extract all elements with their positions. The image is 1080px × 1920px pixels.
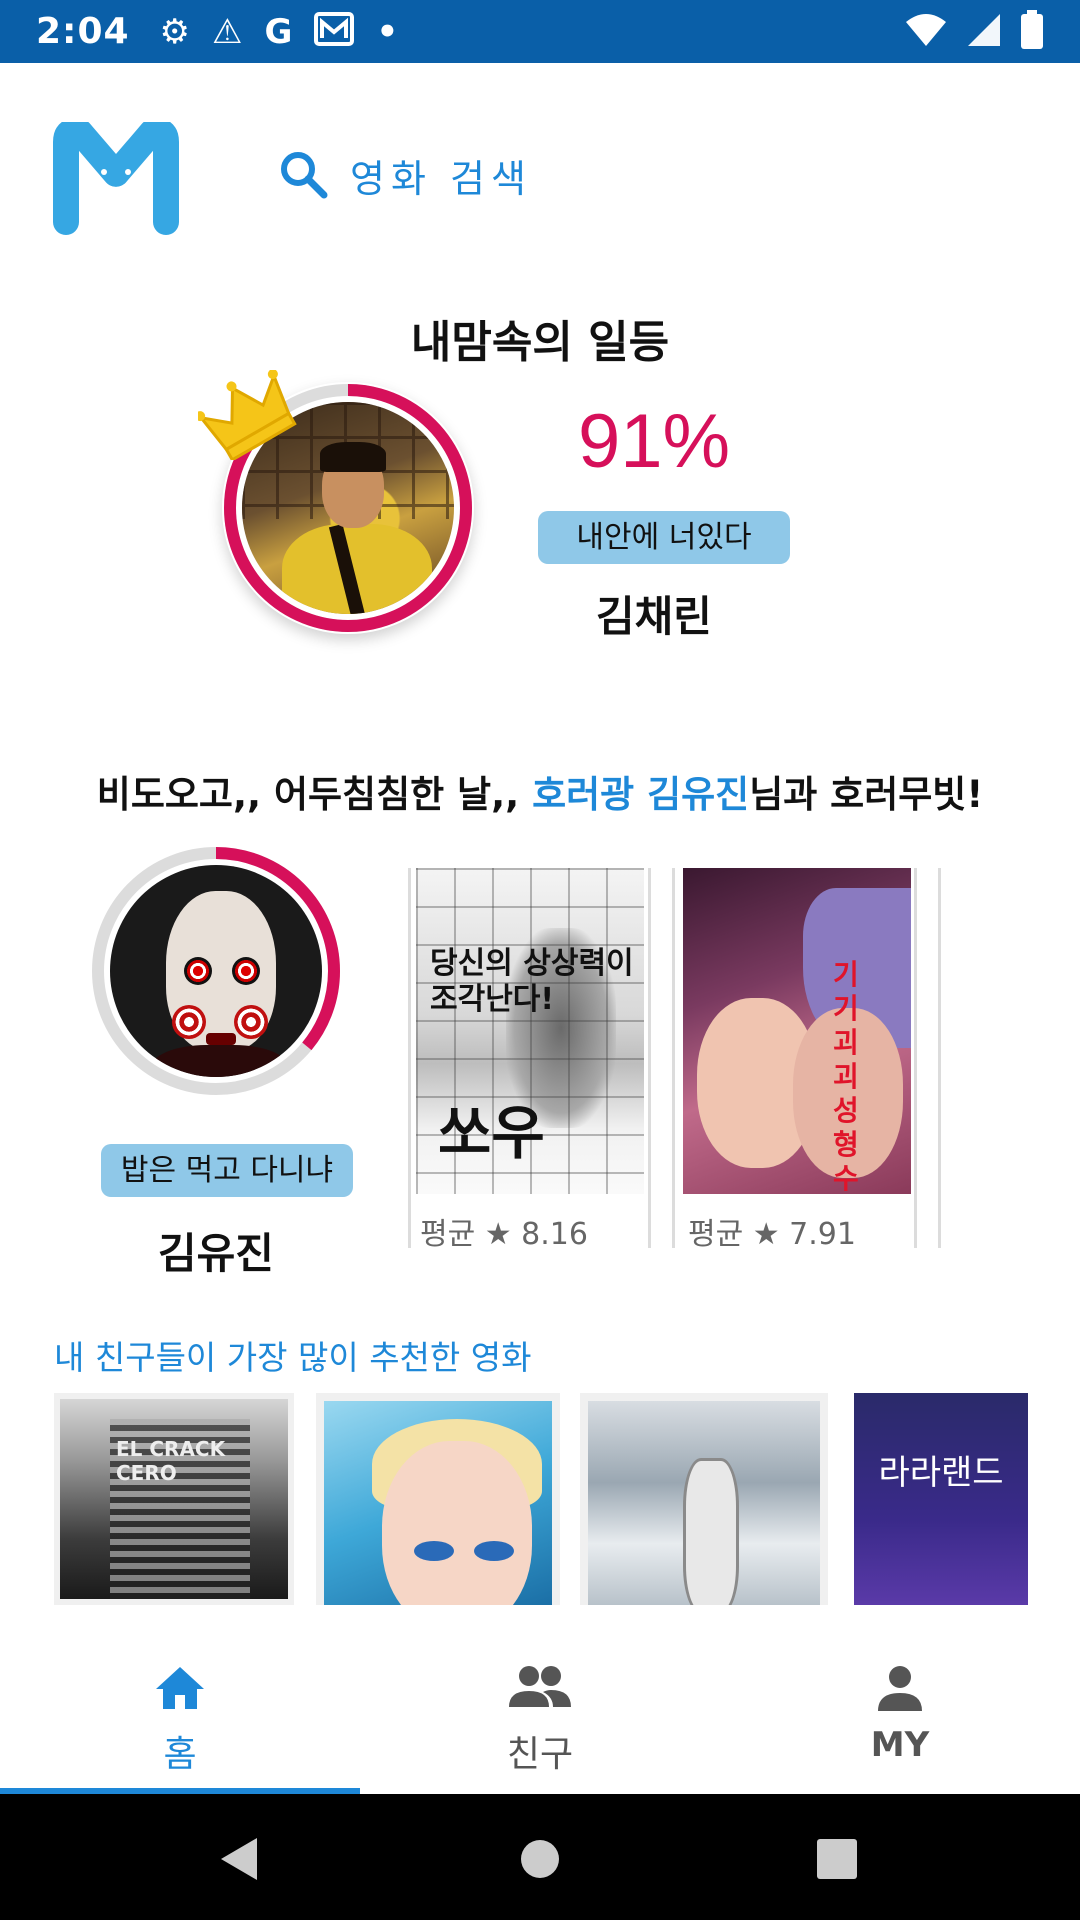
card-divider — [938, 868, 941, 1248]
nav-home[interactable]: 홈 — [0, 1605, 360, 1794]
system-navigation-bar — [0, 1794, 1080, 1920]
notification-icons: ⚙ ⚠ G • — [159, 11, 399, 52]
poster-tagline: 당신의 상상력이 조각난다! — [430, 946, 634, 1017]
horror-friend-photo — [110, 865, 322, 1077]
poster-title: 라라랜드 — [878, 1453, 1004, 1493]
friend-status-badge: 밥은 먹고 다니냐 — [101, 1144, 353, 1197]
nav-home-label: 홈 — [163, 1734, 197, 1775]
top-match-title: 내맘속의 일등 — [410, 317, 670, 368]
top-match-name[interactable]: 김채린 — [538, 583, 770, 644]
dot-icon: • — [376, 11, 399, 52]
friends-recommend-title: 내 친구들이 가장 많이 추천한 영화 — [54, 1338, 532, 1377]
home-circle-icon[interactable] — [505, 1824, 575, 1894]
horror-friend-avatar[interactable] — [90, 845, 342, 1097]
poster-text: EL CRACK CERO — [116, 1437, 226, 1485]
card-divider — [648, 868, 651, 1248]
horror-title-highlight[interactable]: 호러광 김유진 — [532, 773, 749, 816]
match-percent: 91% — [577, 399, 731, 484]
movie-search[interactable]: 영화 검색 — [278, 148, 532, 203]
friends-icon — [509, 1665, 571, 1711]
movie-rating: 평균 ★ 8.16 — [420, 1217, 588, 1252]
recommended-movie-poster[interactable] — [580, 1393, 828, 1605]
recommended-movie-poster[interactable] — [316, 1393, 560, 1605]
app-logo[interactable] — [52, 118, 180, 235]
google-icon: G — [264, 11, 293, 52]
poster-title: 기기괴괴 성형수 — [833, 958, 859, 1194]
status-time: 2:04 — [36, 11, 130, 52]
wifi-icon — [904, 12, 948, 52]
crown-icon — [195, 369, 298, 462]
status-badge: 내안에 너있다 — [538, 511, 790, 564]
horror-title-prefix: 비도오고,, 어두침침한 날,, — [96, 773, 533, 816]
battery-icon — [1020, 10, 1044, 54]
card-divider — [672, 868, 675, 1248]
movie-rating: 평균 ★ 7.91 — [688, 1217, 856, 1252]
movie-poster: 당신의 상상력이 조각난다! 쏘우 — [416, 868, 644, 1194]
person-icon — [877, 1665, 923, 1715]
horror-section-title: 비도오고,, 어두침침한 날,, 호러광 김유진님과 호러무빗! — [0, 764, 1080, 818]
nav-friends-label: 친구 — [506, 1734, 574, 1775]
nav-my-label: MY — [870, 1725, 930, 1765]
bottom-navigation: 홈 친구 MY — [0, 1605, 1080, 1794]
card-divider — [914, 868, 917, 1248]
card-divider — [408, 868, 411, 1248]
warning-icon: ⚠ — [212, 11, 243, 52]
gear-icon: ⚙ — [159, 11, 191, 52]
horror-friend-name[interactable]: 김유진 — [100, 1220, 332, 1281]
recents-icon[interactable] — [802, 1824, 872, 1894]
horror-title-suffix: 님과 호러무빗! — [749, 773, 984, 816]
recommended-movie-poster[interactable]: 라라랜드 — [854, 1393, 1028, 1605]
poster-title: 쏘우 — [438, 1099, 545, 1167]
home-icon — [154, 1665, 206, 1715]
movie-poster: 기기괴괴 성형수 — [683, 868, 911, 1194]
nav-friends[interactable]: 친구 — [360, 1605, 720, 1794]
search-placeholder: 영화 검색 — [350, 157, 532, 201]
status-bar: 2:04 ⚙ ⚠ G • — [0, 0, 1080, 63]
nav-my[interactable]: MY — [720, 1605, 1080, 1794]
mail-icon — [314, 11, 355, 52]
recommended-movie-poster[interactable]: EL CRACK CERO — [54, 1393, 294, 1605]
back-icon[interactable] — [204, 1824, 274, 1894]
signal-icon — [966, 12, 1002, 52]
search-icon — [278, 149, 328, 203]
system-status-icons — [904, 10, 1044, 54]
